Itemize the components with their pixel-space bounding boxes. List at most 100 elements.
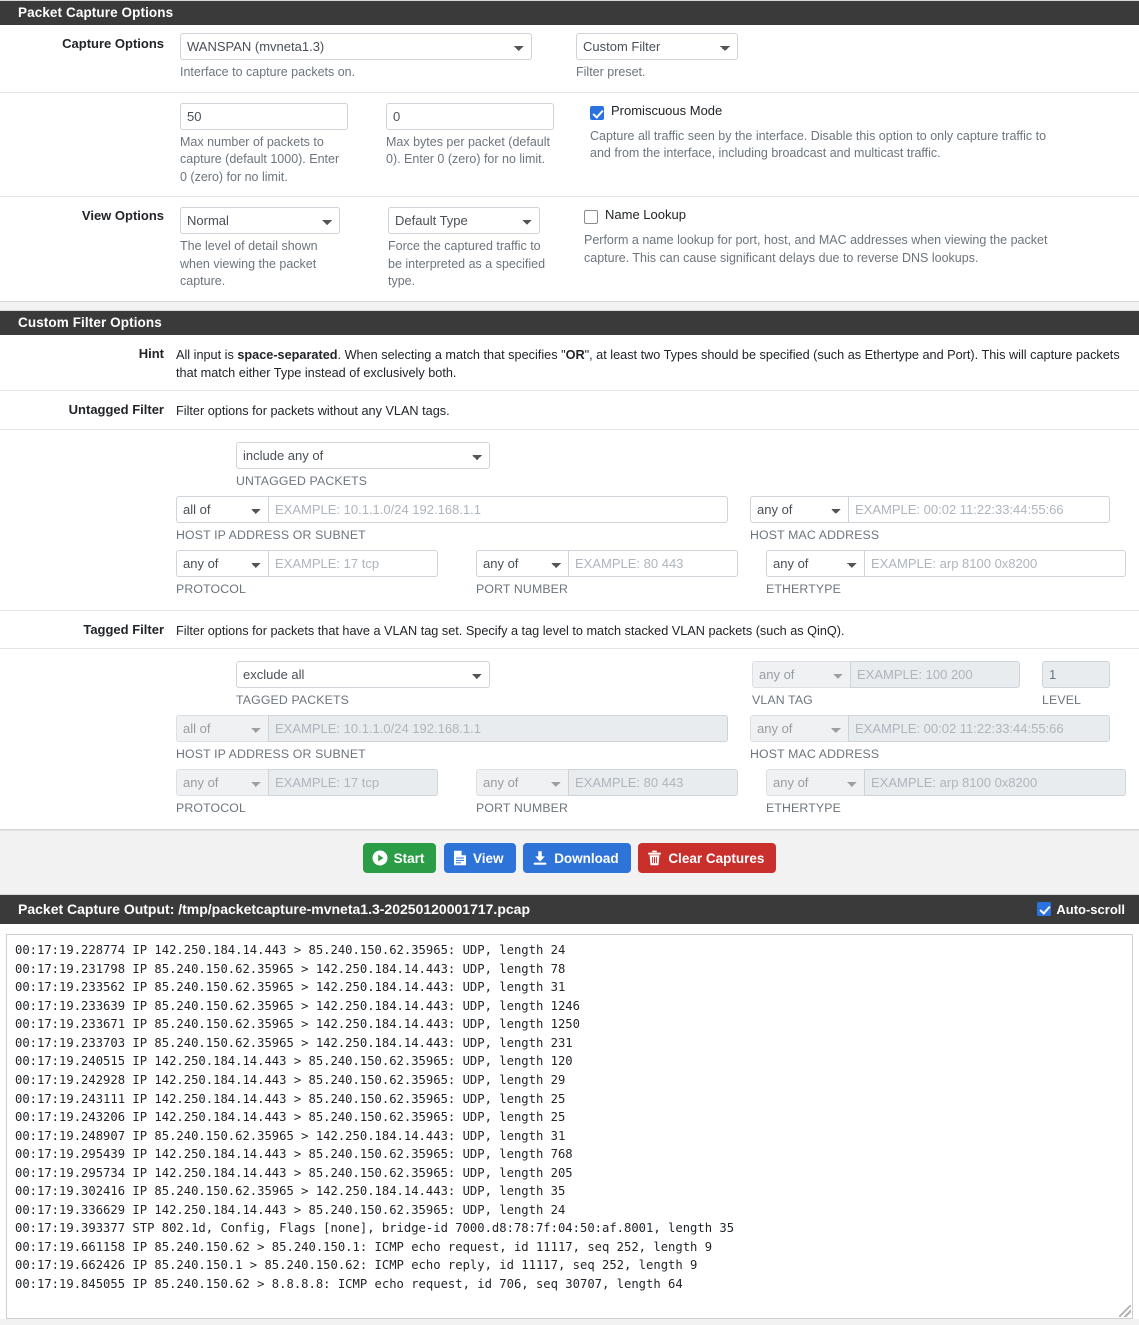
untagged-ethertype-input[interactable]: [864, 549, 1126, 577]
detail-level-help: The level of detail shown when viewing t…: [180, 239, 318, 288]
custom-filter-options-panel: Custom Filter Options Hint All input is …: [0, 309, 1139, 831]
packet-capture-output-body: 00:17:19.228774 IP 142.250.184.14.443 > …: [0, 924, 1139, 1320]
tagged-vlan-input[interactable]: [850, 661, 1020, 689]
packet-capture-options-title: Packet Capture Options: [0, 1, 1139, 25]
download-button-label: Download: [554, 850, 619, 866]
untagged-host-mac-input[interactable]: [848, 495, 1110, 523]
tagged-filter-desc: Filter options for packets that have a V…: [176, 623, 845, 638]
hint-bold-2: OR: [565, 347, 585, 362]
trash-icon: [647, 850, 662, 866]
tagged-filter-desc-row: Tagged Filter Filter options for packets…: [0, 609, 1139, 648]
tagged-proto-row: any of PROTOCOL any of: [176, 769, 1139, 815]
tagged-port-group: any of PORT NUMBER: [476, 769, 738, 815]
tagged-host-ip-match-select[interactable]: all of: [176, 715, 268, 743]
untagged-host-ip-caption: HOST IP ADDRESS OR SUBNET: [176, 527, 366, 542]
packet-type-field-group: Default Type Force the captured traffic …: [388, 207, 546, 291]
view-button-label: View: [473, 850, 504, 866]
untagged-ethertype-match-select[interactable]: any of: [766, 549, 864, 577]
untagged-mode-row: include any of UNTAGGED PACKETS: [176, 441, 1139, 488]
packet-capture-output-title: Packet Capture Output: /tmp/packetcaptur…: [18, 901, 530, 918]
view-button[interactable]: View: [444, 843, 516, 874]
tagged-vlan-caption: VLAN TAG: [752, 693, 813, 708]
untagged-protocol-match-select[interactable]: any of: [176, 549, 268, 577]
packet-capture-page: Packet Capture Options Capture Options W…: [0, 0, 1139, 1320]
clear-captures-button-label: Clear Captures: [668, 850, 765, 866]
tagged-mode-row: exclude all TAGGED PACKETS any of EXAMPL…: [176, 661, 1139, 707]
tagged-port-input[interactable]: [568, 769, 738, 797]
packet-capture-output-panel: Packet Capture Output: /tmp/packetcaptur…: [0, 894, 1139, 1320]
packet-type-select[interactable]: Default Type: [388, 207, 540, 234]
autoscroll-checkbox[interactable]: [1037, 902, 1052, 917]
max-packets-input[interactable]: [180, 102, 348, 130]
view-options-label: View Options: [81, 208, 164, 223]
capture-limits-row: Max number of packets to capture (defaul…: [0, 91, 1139, 197]
untagged-port-caption: PORT NUMBER: [476, 581, 569, 596]
tagged-host-row: all of HOST IP ADDRESS OR SUBNET any of: [176, 715, 1139, 761]
download-button[interactable]: Download: [523, 843, 631, 874]
untagged-mode-select[interactable]: include any of: [236, 441, 490, 469]
filter-preset-help: Filter preset.: [576, 65, 646, 79]
resize-handle[interactable]: [1119, 1305, 1131, 1318]
play-icon: [372, 850, 388, 866]
tagged-mode-caption: TAGGED PACKETS: [236, 693, 350, 708]
tagged-port-match-select[interactable]: any of: [476, 769, 568, 797]
promiscuous-checkbox-row[interactable]: Promiscuous Mode: [590, 103, 1115, 120]
untagged-host-ip-match-select[interactable]: all of: [176, 495, 268, 523]
untagged-host-row: all of HOST IP ADDRESS OR SUBNET any of: [176, 495, 1139, 542]
capture-options-label: Capture Options: [62, 36, 164, 51]
hint-part-1: All input is: [176, 347, 238, 362]
max-bytes-field-group: Max bytes per packet (default 0). Enter …: [386, 102, 554, 187]
tagged-level-input[interactable]: [1042, 661, 1110, 689]
untagged-fields-label-spacer: [0, 430, 176, 610]
tagged-level-caption: LEVEL: [1042, 693, 1082, 708]
clear-captures-button[interactable]: Clear Captures: [638, 843, 777, 874]
interface-select[interactable]: WANSPAN (mvneta1.3): [180, 33, 532, 60]
untagged-protocol-input[interactable]: [268, 549, 438, 577]
tagged-mode-select[interactable]: exclude all: [236, 661, 490, 689]
untagged-filter-label: Untagged Filter: [68, 402, 164, 418]
untagged-ethertype-caption: ETHERTYPE: [766, 581, 841, 596]
promiscuous-checkbox[interactable]: [590, 105, 604, 120]
max-bytes-input[interactable]: [386, 102, 554, 130]
untagged-port-input[interactable]: [568, 549, 738, 577]
tagged-ethertype-match-select[interactable]: any of: [766, 769, 864, 797]
tagged-filter-fields-row: exclude all TAGGED PACKETS any of EXAMPL…: [0, 648, 1139, 829]
tagged-port-caption: PORT NUMBER: [476, 801, 569, 816]
interface-help: Interface to capture packets on.: [180, 65, 356, 79]
document-icon: [453, 850, 467, 866]
tagged-ethertype-caption: ETHERTYPE: [766, 801, 841, 816]
download-icon: [532, 850, 548, 866]
autoscroll-label: Auto-scroll: [1056, 901, 1125, 917]
tagged-ethertype-input[interactable]: [864, 769, 1126, 797]
untagged-host-mac-match-select[interactable]: any of: [750, 495, 848, 523]
tagged-host-ip-input[interactable]: [268, 715, 728, 743]
untagged-port-match-select[interactable]: any of: [476, 549, 568, 577]
untagged-mode-group: include any of UNTAGGED PACKETS: [236, 441, 490, 488]
tagged-host-mac-match-select[interactable]: any of: [750, 715, 848, 743]
promiscuous-label: Promiscuous Mode: [611, 102, 723, 118]
untagged-host-ip-input[interactable]: [268, 495, 728, 523]
name-lookup-checkbox-row[interactable]: Name Lookup: [584, 207, 1115, 224]
tagged-vlan-match-select[interactable]: any of: [752, 661, 850, 689]
start-button-label: Start: [393, 850, 425, 866]
packet-output-textarea[interactable]: 00:17:19.228774 IP 142.250.184.14.443 > …: [6, 934, 1133, 1320]
detail-level-select[interactable]: Normal: [180, 207, 340, 234]
hint-part-2: . When selecting a match that specifies …: [337, 347, 566, 362]
tagged-fields-label-spacer: [0, 649, 176, 829]
tagged-filter-label: Tagged Filter: [83, 621, 164, 637]
hint-bold-1: space-separated: [237, 347, 338, 362]
tagged-host-mac-input[interactable]: [848, 715, 1110, 743]
filter-preset-select[interactable]: Custom Filter: [576, 33, 738, 60]
tagged-protocol-match-select[interactable]: any of: [176, 769, 268, 797]
name-lookup-checkbox[interactable]: [584, 210, 598, 224]
tagged-protocol-caption: PROTOCOL: [176, 801, 246, 816]
tagged-protocol-input[interactable]: [268, 769, 438, 797]
max-bytes-help: Max bytes per packet (default 0). Enter …: [386, 134, 550, 167]
autoscroll-toggle[interactable]: Auto-scroll: [1037, 902, 1125, 917]
name-lookup-help: Perform a name lookup for port, host, an…: [584, 233, 1048, 265]
start-button[interactable]: Start: [362, 843, 437, 874]
custom-filter-options-body: Hint All input is space-separated. When …: [0, 334, 1139, 830]
packet-type-help: Force the captured traffic to be interpr…: [388, 239, 546, 288]
untagged-port-group: any of PORT NUMBER: [476, 549, 738, 596]
tagged-host-mac-group: any of HOST MAC ADDRESS: [750, 715, 1110, 761]
